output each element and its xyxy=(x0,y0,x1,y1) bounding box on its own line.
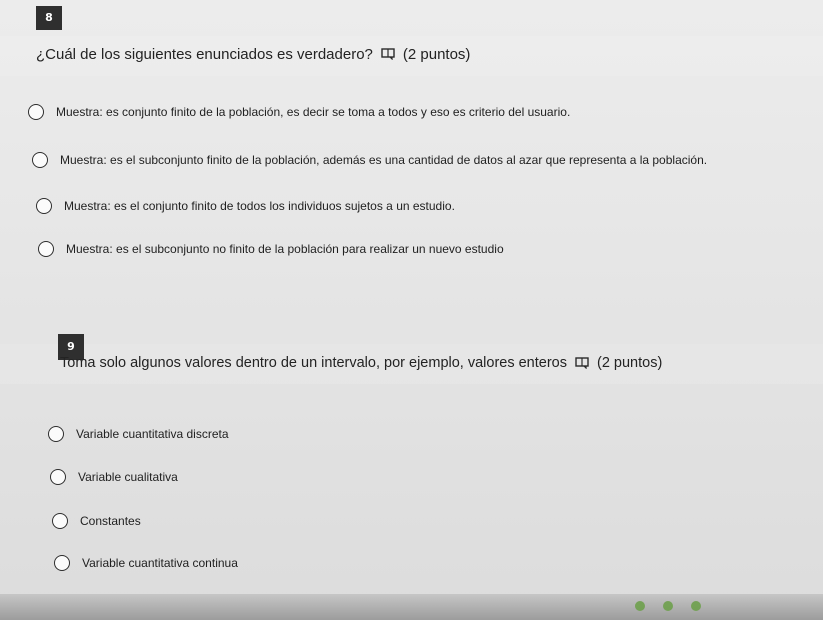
taskbar-icon[interactable] xyxy=(691,601,701,611)
radio-button[interactable] xyxy=(38,241,54,257)
taskbar-icons xyxy=(635,601,701,611)
question-number-badge: 8 xyxy=(36,6,62,30)
question-8-option-1[interactable]: Muestra: es conjunto finito de la poblac… xyxy=(28,104,570,120)
option-label: Constantes xyxy=(80,514,141,528)
radio-button[interactable] xyxy=(52,513,68,529)
immersive-reader-icon[interactable] xyxy=(575,357,589,369)
option-label: Variable cualitativa xyxy=(78,470,178,484)
question-8-header: ¿Cuál de los siguientes enunciados es ve… xyxy=(36,42,470,66)
option-label: Muestra: es el subconjunto no finito de … xyxy=(66,242,504,256)
form-page: 8 ¿Cuál de los siguientes enunciados es … xyxy=(0,0,823,620)
taskbar-icon[interactable] xyxy=(663,601,673,611)
option-label: Muestra: es el subconjunto finito de la … xyxy=(60,153,708,167)
question-9-option-1[interactable]: Variable cuantitativa discreta xyxy=(48,426,229,442)
radio-button[interactable] xyxy=(48,426,64,442)
question-points: (2 puntos) xyxy=(402,45,471,63)
question-9-option-2[interactable]: Variable cualitativa xyxy=(50,469,178,485)
taskbar xyxy=(0,594,823,620)
immersive-reader-icon[interactable] xyxy=(381,48,395,60)
option-label: Muestra: es conjunto finito de la poblac… xyxy=(56,105,571,119)
question-8-option-4[interactable]: Muestra: es el subconjunto no finito de … xyxy=(38,241,504,257)
question-title: ¿Cuál de los siguientes enunciados es ve… xyxy=(36,45,373,63)
radio-button[interactable] xyxy=(36,198,52,214)
question-9-option-3[interactable]: Constantes xyxy=(52,513,141,529)
taskbar-icon[interactable] xyxy=(635,601,645,611)
radio-button[interactable] xyxy=(50,469,66,485)
option-label: Variable cuantitativa discreta xyxy=(76,427,229,441)
option-label: Variable cuantitativa continua xyxy=(82,556,238,570)
radio-button[interactable] xyxy=(54,555,70,571)
radio-button[interactable] xyxy=(28,104,44,120)
question-title: Toma solo algunos valores dentro de un i… xyxy=(60,355,567,371)
radio-button[interactable] xyxy=(32,152,48,168)
question-9-option-4[interactable]: Variable cuantitativa continua xyxy=(54,555,238,571)
question-points: (2 puntos) xyxy=(596,355,663,371)
option-label: Muestra: es el conjunto finito de todos … xyxy=(64,199,455,213)
question-8-option-2[interactable]: Muestra: es el subconjunto finito de la … xyxy=(32,152,707,168)
question-9-header: Toma solo algunos valores dentro de un i… xyxy=(60,351,662,375)
question-8-option-3[interactable]: Muestra: es el conjunto finito de todos … xyxy=(36,198,455,214)
